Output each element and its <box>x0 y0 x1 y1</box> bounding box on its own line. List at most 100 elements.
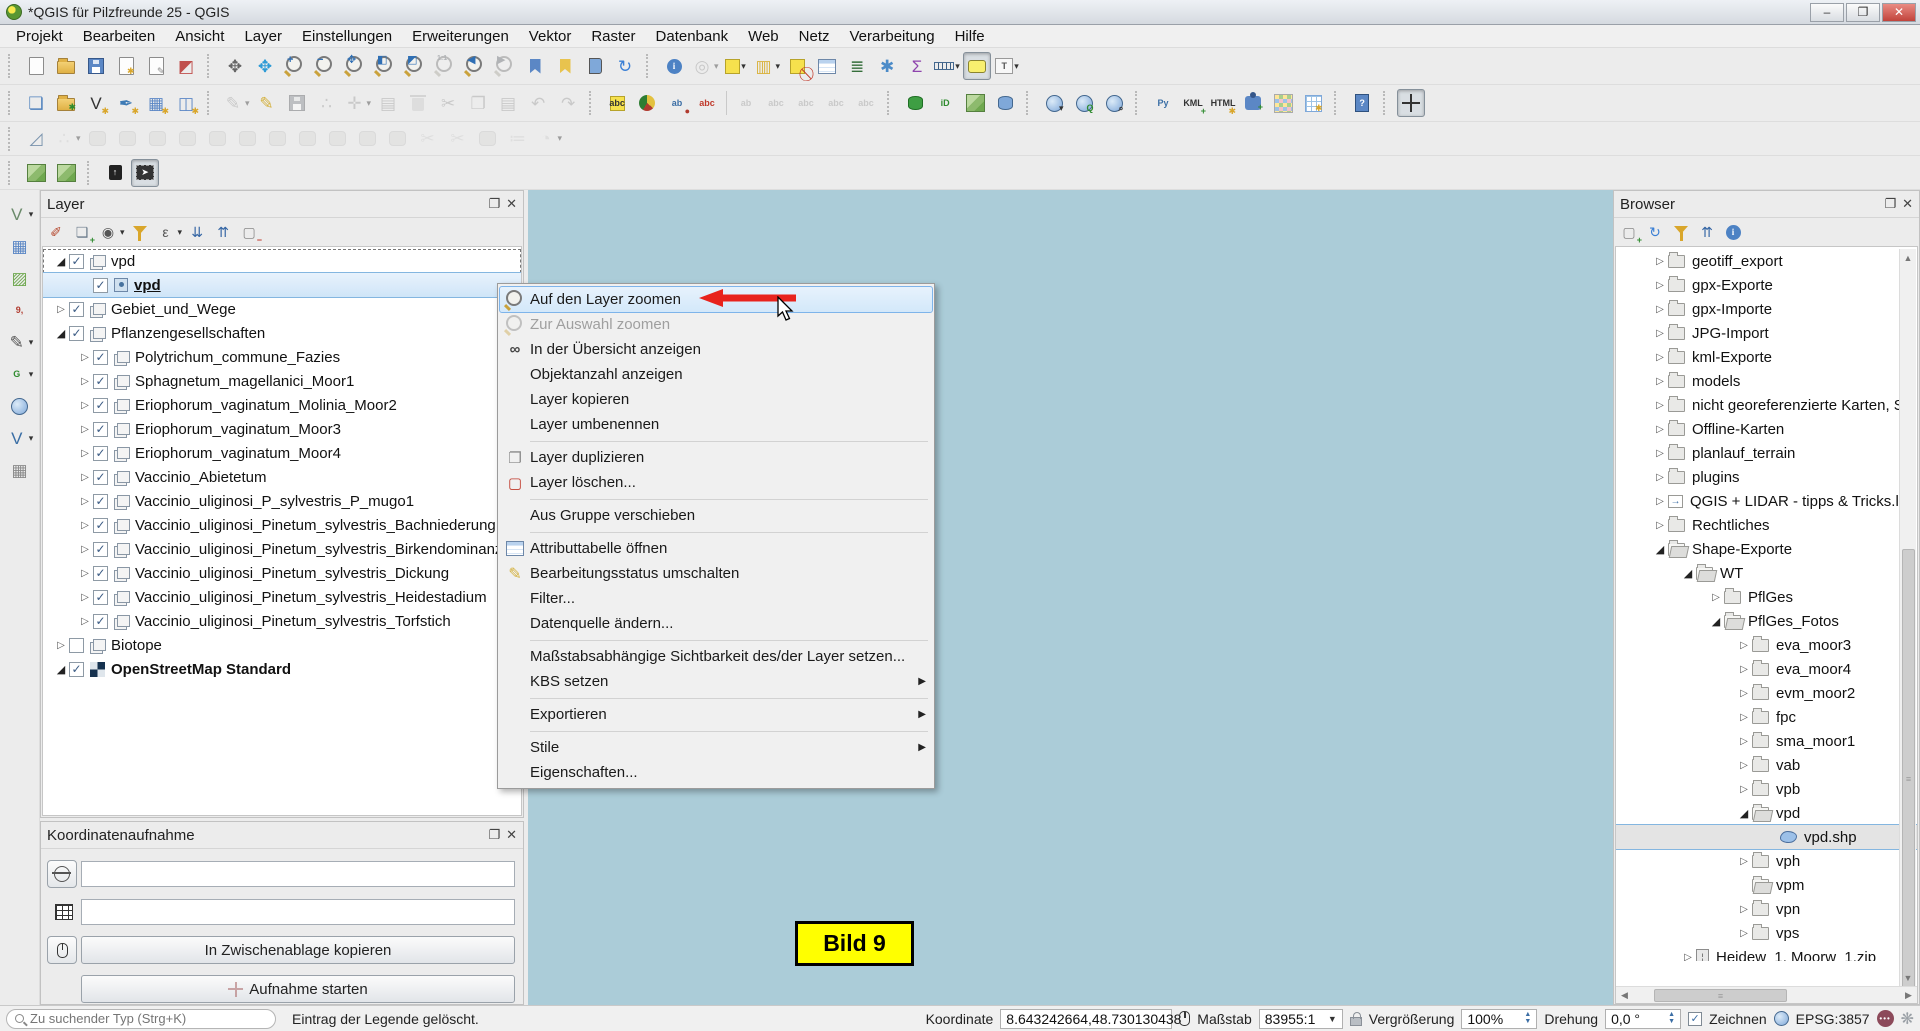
tasks-icon[interactable]: ❋ <box>1901 1009 1914 1029</box>
browser-tree-item[interactable]: ▷gpx-Importe <box>1616 297 1917 321</box>
expander-icon[interactable]: ◢ <box>1680 567 1696 580</box>
context-menu-item[interactable]: KBS setzen▶ <box>500 669 932 694</box>
browser-tree-item[interactable]: vpd.shp <box>1616 825 1917 849</box>
open-layer-styling-button[interactable]: ✐ <box>44 220 68 244</box>
freehand-annotation-button[interactable]: ✎▾ <box>5 328 35 356</box>
zoom-full-button[interactable]: ✥ <box>341 52 369 80</box>
options-gear-button[interactable]: ✱ <box>873 52 901 80</box>
layer-visibility-checkbox[interactable]: ✓ <box>93 422 108 437</box>
browser-tree-item[interactable]: vpm <box>1616 873 1917 897</box>
expander-icon[interactable]: ▷ <box>1736 856 1752 867</box>
photo-import-tool-button[interactable]: ↑ <box>101 159 129 187</box>
db-manager-button[interactable] <box>991 89 1019 117</box>
python-console-button[interactable]: Py <box>1149 89 1177 117</box>
browser-tree-item[interactable]: ▷JPG-Import <box>1616 321 1917 345</box>
deselect-features-button[interactable] <box>783 52 811 80</box>
close-panel-icon[interactable]: ✕ <box>506 827 517 843</box>
statistical-summary-button[interactable]: Σ <box>903 52 931 80</box>
copy-to-clipboard-button[interactable]: In Zwischenablage kopieren <box>81 936 515 964</box>
scrollbar-thumb[interactable]: ≡ <box>1654 989 1787 1002</box>
context-menu-item[interactable]: Aus Gruppe verschieben <box>500 503 932 528</box>
context-menu-item[interactable]: Stile▶ <box>500 735 932 760</box>
browser-tree-item[interactable]: ▷Offline-Karten <box>1616 417 1917 441</box>
filter-browser-button[interactable] <box>1669 220 1693 244</box>
extents-mouse-icon[interactable] <box>1179 1011 1190 1026</box>
crs-select-button[interactable] <box>47 860 77 888</box>
close-panel-icon[interactable]: ✕ <box>1902 196 1913 212</box>
select-features-by-value-button[interactable]: ▥▾ <box>752 52 782 80</box>
expander-icon[interactable]: ▷ <box>77 352 93 363</box>
new-spatial-bookmark-button[interactable] <box>521 52 549 80</box>
coordinate-capture-button[interactable] <box>1397 89 1425 117</box>
web-search-button[interactable]: ⌕ <box>1100 89 1128 117</box>
new-geopackage-layer-button[interactable]: ✒✱ <box>112 89 140 117</box>
expander-icon[interactable]: ▷ <box>1736 688 1752 699</box>
scroll-down-icon[interactable]: ▼ <box>1900 969 1916 986</box>
context-menu-item[interactable]: Maßstabsabhängige Sichtbarkeit des/der L… <box>500 644 932 669</box>
data-source-manager-button[interactable]: ❏ <box>22 89 50 117</box>
context-menu-item[interactable]: ✎Bearbeitungsstatus umschalten <box>500 561 932 586</box>
menu-bearbeiten[interactable]: Bearbeiten <box>73 26 166 47</box>
import-geotagged-photos-button[interactable] <box>961 89 989 117</box>
float-panel-icon[interactable]: ❐ <box>488 196 500 212</box>
menu-raster[interactable]: Raster <box>581 26 645 47</box>
browser-tree-item[interactable]: ▷gpx-Exporte <box>1616 273 1917 297</box>
layer-tree-item[interactable]: ▷✓Gebiet_und_Wege <box>43 297 521 321</box>
expander-icon[interactable]: ▷ <box>77 400 93 411</box>
open-project-button[interactable] <box>52 52 80 80</box>
select-features-button[interactable]: ▾ <box>722 52 750 80</box>
expander-icon[interactable]: ▷ <box>53 640 69 651</box>
locator-search[interactable] <box>6 1009 276 1029</box>
expander-icon[interactable]: ▷ <box>1736 928 1752 939</box>
scroll-up-icon[interactable]: ▲ <box>1900 249 1916 266</box>
scale-combobox[interactable]: 83955:1 ▼ <box>1259 1009 1343 1029</box>
browser-tree-item[interactable]: ▷models <box>1616 369 1917 393</box>
browser-tree-item[interactable]: ▷sma_moor1 <box>1616 729 1917 753</box>
browser-tree-item[interactable]: ▷vpn <box>1616 897 1917 921</box>
layer-visibility-checkbox[interactable]: ✓ <box>93 350 108 365</box>
layer-tree-item[interactable]: ◢✓OpenStreetMap Standard <box>43 657 521 681</box>
map-plugin-green-1-button[interactable] <box>22 159 50 187</box>
context-menu-item[interactable]: Attributtabelle öffnen <box>500 536 932 561</box>
browser-tree-item[interactable]: ▷fpc <box>1616 705 1917 729</box>
collapse-all-button[interactable]: ⇈ <box>211 220 235 244</box>
layer-tree-item[interactable]: ▷✓Vaccinio_uliginosi_Pinetum_sylvestris_… <box>43 537 521 561</box>
expander-icon[interactable]: ▷ <box>77 568 93 579</box>
layer-visibility-checkbox[interactable]: ✓ <box>69 302 84 317</box>
menu-layer[interactable]: Layer <box>234 26 292 47</box>
coordinate-field-1[interactable] <box>81 861 515 887</box>
float-panel-icon[interactable]: ❐ <box>1884 196 1896 212</box>
menu-verarbeitung[interactable]: Verarbeitung <box>840 26 945 47</box>
context-menu-item[interactable]: ▢Layer löschen... <box>500 470 932 495</box>
browser-tree-item[interactable]: ▷eva_moor3 <box>1616 633 1917 657</box>
raster-paint-tools-button[interactable]: ▨ <box>6 264 34 292</box>
toggle-editing-button[interactable]: ✎ <box>253 89 281 117</box>
context-menu-item[interactable]: Filter... <box>500 586 932 611</box>
menu-ansicht[interactable]: Ansicht <box>165 26 234 47</box>
menu-erweiterungen[interactable]: Erweiterungen <box>402 26 519 47</box>
render-checkbox[interactable]: ✓ <box>1688 1012 1702 1026</box>
browser-tree-item[interactable]: ▷geotiff_export <box>1616 249 1917 273</box>
expander-icon[interactable]: ▷ <box>1708 592 1724 603</box>
add-group-button[interactable]: ❏+ <box>70 220 94 244</box>
highlight-labels-button[interactable]: abc <box>693 89 721 117</box>
browser-tree-item[interactable]: ▷Rechtliches <box>1616 513 1917 537</box>
expander-icon[interactable]: ▷ <box>1652 520 1668 531</box>
close-button[interactable]: ✕ <box>1882 3 1916 22</box>
measure-button[interactable]: ▾ <box>933 52 961 80</box>
minimize-button[interactable]: – <box>1810 3 1844 22</box>
browser-tree-item[interactable]: ▷planlauf_terrain <box>1616 441 1917 465</box>
layer-tree-item[interactable]: ▷✓Vaccinio_uliginosi_P_sylvestris_P_mugo… <box>43 489 521 513</box>
expander-icon[interactable]: ◢ <box>53 327 69 340</box>
locator-search-input[interactable] <box>30 1011 267 1026</box>
manage-map-themes-button[interactable]: ◉▾ <box>96 220 126 244</box>
browser-tree-item[interactable]: ▷vab <box>1616 753 1917 777</box>
scroll-left-icon[interactable]: ◀ <box>1616 990 1633 1001</box>
layer-visibility-checkbox[interactable]: ✓ <box>93 398 108 413</box>
layer-visibility-checkbox[interactable]: ✓ <box>93 278 108 293</box>
expander-icon[interactable]: ▷ <box>1736 712 1752 723</box>
expander-icon[interactable]: ▷ <box>1652 352 1668 363</box>
context-menu-item[interactable]: ❐Layer duplizieren <box>500 445 932 470</box>
layout-manager-button[interactable]: ✎ <box>142 52 170 80</box>
spin-arrows-icon[interactable]: ▲▼ <box>1524 1012 1531 1025</box>
